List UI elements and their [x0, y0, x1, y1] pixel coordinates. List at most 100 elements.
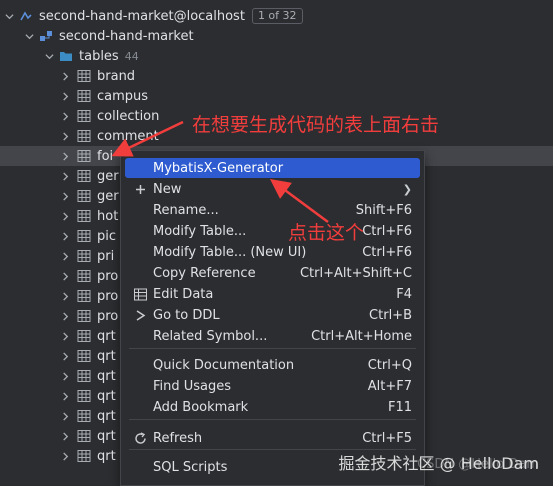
tree-connection-row[interactable]: second-hand-market@localhost 1 of 32 [4, 6, 303, 26]
menu-item-modify-table-new-ui[interactable]: Modify Table... (New UI) Ctrl+F6 [125, 242, 420, 262]
table-row[interactable]: ger [0, 166, 119, 186]
table-row[interactable]: brand [0, 66, 135, 86]
table-name: pro [97, 288, 119, 304]
table-row[interactable]: qrt [0, 326, 116, 346]
table-row[interactable]: qrt [0, 406, 116, 426]
menu-item-find-usages[interactable]: Find Usages Alt+F7 [125, 376, 420, 396]
chevron-down-icon[interactable] [44, 46, 54, 66]
chevron-right-icon[interactable] [60, 266, 70, 286]
table-icon [76, 448, 92, 464]
chevron-right-icon[interactable] [60, 246, 70, 266]
table-name: pro [97, 268, 119, 284]
tree-schema-row[interactable]: second-hand-market [24, 26, 194, 46]
table-row[interactable]: qrt [0, 446, 116, 466]
table-name: qrt [97, 448, 116, 464]
menu-item-shortcut: Shift+F6 [355, 202, 412, 218]
menu-item-new[interactable]: New ❯ [125, 179, 420, 199]
table-row[interactable]: pro [0, 286, 118, 306]
menu-separator [129, 419, 416, 420]
menu-item-modify-table[interactable]: Modify Table... Ctrl+F6 [125, 221, 420, 241]
menu-item-label: Modify Table... (New UI) [153, 244, 307, 260]
tables-folder-label: tables [79, 48, 119, 64]
chevron-right-icon[interactable] [60, 426, 70, 446]
table-icon [76, 68, 92, 84]
menu-item-rename[interactable]: Rename... Shift+F6 [125, 200, 420, 220]
chevron-right-icon[interactable] [60, 86, 70, 106]
chevron-down-icon[interactable] [24, 26, 34, 46]
chevron-right-icon[interactable] [60, 206, 70, 226]
menu-item-label: Edit Data [153, 286, 214, 302]
chevron-right-icon[interactable] [60, 366, 70, 386]
table-name: foi [97, 148, 114, 164]
menu-item-edit-data[interactable]: Edit Data F4 [125, 284, 420, 304]
menu-item-shortcut: Ctrl+F5 [362, 430, 412, 446]
schema-label: second-hand-market [59, 28, 194, 44]
menu-item-add-bookmark[interactable]: Add Bookmark F11 [125, 397, 420, 417]
table-row[interactable]: campus [0, 86, 148, 106]
menu-item-label: Rename... [153, 202, 219, 218]
menu-item-quick-documentation[interactable]: Quick Documentation Ctrl+Q [125, 355, 420, 375]
table-row[interactable]: qrt [0, 386, 116, 406]
chevron-right-icon[interactable] [60, 126, 70, 146]
chevron-right-icon[interactable] [60, 306, 70, 326]
chevron-right-icon[interactable] [60, 386, 70, 406]
table-name: qrt [97, 368, 116, 384]
table-row[interactable]: ger [0, 186, 119, 206]
menu-item-mybatisx-generator[interactable]: MybatisX-Generator [125, 158, 420, 178]
menu-item-label: Quick Documentation [153, 357, 295, 373]
menu-item-related-symbol[interactable]: Related Symbol... Ctrl+Alt+Home [125, 326, 420, 346]
table-name: qrt [97, 408, 116, 424]
chevron-right-icon[interactable] [60, 66, 70, 86]
table-icon [76, 208, 92, 224]
table-icon [76, 268, 92, 284]
chevron-right-icon[interactable] [60, 226, 70, 246]
chevron-right-icon[interactable] [60, 446, 70, 466]
table-row[interactable]: pro [0, 306, 118, 326]
menu-item-refresh[interactable]: Refresh Ctrl+F5 [125, 428, 420, 448]
chevron-right-icon[interactable] [60, 146, 70, 166]
chevron-right-icon[interactable] [60, 406, 70, 426]
connection-label: second-hand-market@localhost [39, 8, 245, 24]
table-row[interactable]: qrt [0, 346, 116, 366]
table-icon [76, 168, 92, 184]
table-name: hot [97, 208, 119, 224]
menu-item-go-to-ddl[interactable]: Go to DDL Ctrl+B [125, 305, 420, 325]
menu-item-shortcut: Ctrl+Alt+Home [311, 328, 412, 344]
menu-item-shortcut: Ctrl+Alt+Shift+C [299, 265, 412, 281]
table-row[interactable]: qrt [0, 366, 116, 386]
menu-item-label: Add Bookmark [153, 399, 249, 415]
plus-icon [131, 184, 149, 195]
table-row[interactable]: pri [0, 246, 114, 266]
submenu-arrow-icon: ❯ [402, 182, 412, 196]
menu-item-shortcut: Ctrl+F6 [362, 244, 412, 260]
table-icon [76, 368, 92, 384]
table-row[interactable]: comment [0, 126, 159, 146]
table-name: comment [97, 128, 159, 144]
chevron-right-icon[interactable] [60, 106, 70, 126]
connection-badge: 1 of 32 [251, 8, 303, 24]
menu-item-copy-reference[interactable]: Copy Reference Ctrl+Alt+Shift+C [125, 263, 420, 283]
menu-item-shortcut: Ctrl+F6 [362, 223, 412, 239]
menu-item-shortcut: Alt+F7 [367, 378, 412, 394]
table-row[interactable]: pic [0, 226, 116, 246]
table-icon [76, 288, 92, 304]
table-row[interactable]: qrt [0, 426, 116, 446]
table-icon [76, 328, 92, 344]
chevron-right-icon[interactable] [60, 286, 70, 306]
table-row[interactable]: pro [0, 266, 118, 286]
table-icon [76, 388, 92, 404]
chevron-right-icon[interactable] [60, 346, 70, 366]
menu-item-label: Refresh [153, 430, 203, 446]
table-row[interactable]: collection [0, 106, 159, 126]
table-icon [76, 428, 92, 444]
chevron-right-icon[interactable] [60, 166, 70, 186]
chevron-right-icon[interactable] [60, 326, 70, 346]
tree-tables-folder-row[interactable]: tables 44 [44, 46, 139, 66]
chevron-right-icon[interactable] [60, 186, 70, 206]
table-icon [76, 228, 92, 244]
database-connection-icon [18, 8, 34, 24]
chevron-down-icon[interactable] [4, 6, 14, 26]
table-row[interactable]: hot [0, 206, 118, 226]
table-name: pri [97, 248, 115, 264]
menu-item-label: Copy Reference [153, 265, 256, 281]
